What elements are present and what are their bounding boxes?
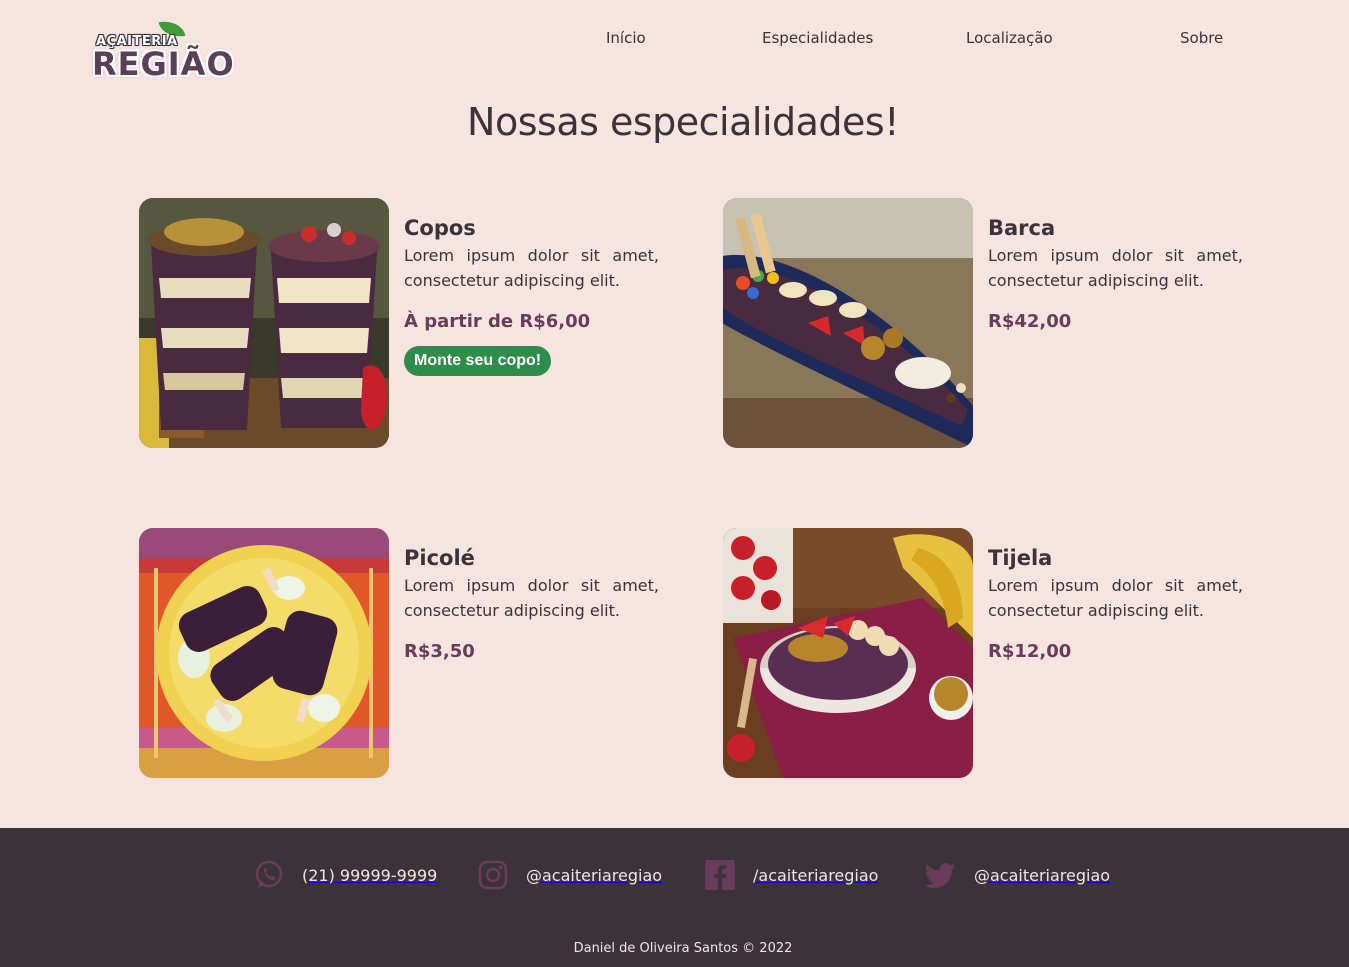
nav-link-sobre[interactable]: Sobre bbox=[1180, 29, 1223, 47]
facebook-icon bbox=[705, 860, 735, 890]
product-info: Copos Lorem ipsum dolor sit amet, consec… bbox=[404, 214, 659, 376]
product-name: Tijela bbox=[988, 546, 1053, 570]
product-name: Copos bbox=[404, 216, 476, 240]
product-info: Picolé Lorem ipsum dolor sit amet, conse… bbox=[404, 544, 659, 662]
product-name: Barca bbox=[988, 216, 1056, 240]
product-price: À partir de R$6,00 bbox=[404, 311, 591, 332]
product-info: Tijela Lorem ipsum dolor sit amet, conse… bbox=[988, 544, 1243, 662]
instagram-handle: @acaiteriaregiao bbox=[526, 865, 663, 885]
product-name: Picolé bbox=[404, 546, 475, 570]
acai-boat-photo bbox=[723, 198, 973, 448]
whatsapp-contact-link[interactable]: (21) 99999-9999 bbox=[252, 858, 437, 892]
product-price: R$3,50 bbox=[404, 641, 475, 662]
product-card-barca: Barca Lorem ipsum dolor sit amet, consec… bbox=[723, 198, 1243, 448]
page-title: Nossas especialidades! bbox=[467, 100, 899, 144]
product-description: Lorem ipsum dolor sit amet, consectetur … bbox=[988, 576, 1243, 620]
twitter-icon bbox=[924, 863, 955, 888]
twitter-handle: @acaiteriaregiao bbox=[974, 865, 1111, 885]
footer-credit: Daniel de Oliveira Santos © 2022 bbox=[573, 941, 793, 956]
nav-link-localizacao[interactable]: Localização bbox=[966, 29, 1053, 47]
product-price: R$42,00 bbox=[988, 311, 1072, 332]
acai-bowl-photo bbox=[723, 528, 973, 778]
facebook-contact-link[interactable]: /acaiteriaregiao bbox=[703, 858, 878, 892]
nav-link-especialidades[interactable]: Especialidades bbox=[762, 29, 873, 47]
instagram-icon bbox=[478, 860, 508, 890]
acai-cups-photo bbox=[139, 198, 389, 448]
brand-logo[interactable]: AÇAITERIA REGIÃO bbox=[92, 18, 235, 84]
facebook-handle: /acaiteriaregiao bbox=[753, 865, 879, 885]
product-card-copos: Copos Lorem ipsum dolor sit amet, consec… bbox=[139, 198, 659, 448]
product-description: Lorem ipsum dolor sit amet, consectetur … bbox=[404, 576, 659, 620]
product-description: Lorem ipsum dolor sit amet, consectetur … bbox=[404, 246, 659, 290]
build-cup-button[interactable]: Monte seu copo! bbox=[404, 346, 552, 376]
product-price: R$12,00 bbox=[988, 641, 1072, 662]
acai-popsicles-photo bbox=[139, 528, 389, 778]
nav-link-inicio[interactable]: Início bbox=[606, 29, 646, 47]
product-card-tijela: Tijela Lorem ipsum dolor sit amet, conse… bbox=[723, 528, 1243, 778]
whatsapp-icon bbox=[255, 860, 283, 888]
site-header: AÇAITERIA REGIÃO Início Especialidades L… bbox=[0, 0, 1349, 90]
logo-main-text: REGIÃO bbox=[92, 45, 235, 83]
site-footer: (21) 99999-9999 @acaiteriaregiao /acaite… bbox=[0, 828, 1349, 967]
instagram-contact-link[interactable]: @acaiteriaregiao bbox=[476, 858, 662, 892]
phone-number: (21) 99999-9999 bbox=[302, 865, 438, 885]
product-card-picole: Picolé Lorem ipsum dolor sit amet, conse… bbox=[139, 528, 659, 778]
product-description: Lorem ipsum dolor sit amet, consectetur … bbox=[988, 246, 1243, 290]
twitter-contact-link[interactable]: @acaiteriaregiao bbox=[924, 858, 1110, 892]
product-info: Barca Lorem ipsum dolor sit amet, consec… bbox=[988, 214, 1243, 332]
